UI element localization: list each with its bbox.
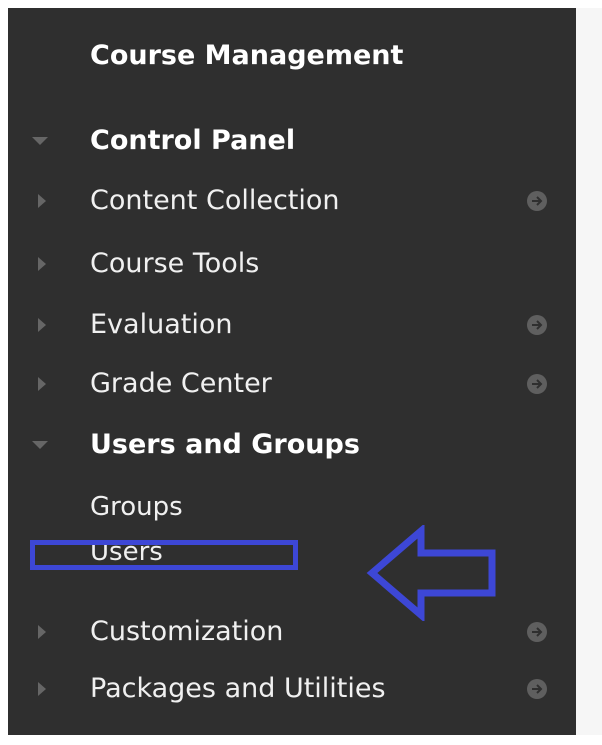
page-content-edge (576, 8, 602, 735)
triangle-down-icon[interactable] (32, 137, 48, 145)
triangle-right-icon[interactable] (38, 625, 46, 639)
menu-item-label: Content Collection (90, 185, 340, 216)
highlight-box-annotation (30, 540, 298, 570)
arrow-circle-right-icon[interactable] (527, 679, 547, 699)
arrow-circle-right-icon[interactable] (527, 374, 547, 394)
menu-item-label: Users and Groups (90, 429, 360, 460)
menu-item-label: Control Panel (90, 125, 296, 156)
arrow-circle-right-icon[interactable] (527, 315, 547, 335)
menu-item-course-tools[interactable]: Course Tools (8, 244, 576, 284)
triangle-right-icon[interactable] (38, 682, 46, 696)
arrow-circle-right-icon[interactable] (527, 191, 547, 211)
pointer-arrow-icon (366, 525, 496, 621)
menu-item-label: Grade Center (90, 368, 272, 399)
arrow-circle-right-icon[interactable] (527, 622, 547, 642)
course-management-panel: Course Management Control Panel Content … (8, 8, 576, 735)
triangle-right-icon[interactable] (38, 377, 46, 391)
menu-item-label: Packages and Utilities (90, 673, 386, 704)
menu-item-content-collection[interactable]: Content Collection (8, 181, 576, 221)
menu-item-grade-center[interactable]: Grade Center (8, 364, 576, 404)
triangle-down-icon[interactable] (32, 441, 48, 449)
menu-item-evaluation[interactable]: Evaluation (8, 305, 576, 345)
triangle-right-icon[interactable] (38, 257, 46, 271)
triangle-right-icon[interactable] (38, 194, 46, 208)
panel-title: Course Management (90, 40, 404, 71)
menu-item-label: Customization (90, 616, 284, 647)
submenu-item-groups[interactable]: Groups (90, 490, 183, 524)
triangle-right-icon[interactable] (38, 318, 46, 332)
menu-item-label: Evaluation (90, 309, 233, 340)
menu-item-users-and-groups[interactable]: Users and Groups (8, 425, 576, 465)
menu-item-control-panel[interactable]: Control Panel (8, 121, 576, 161)
menu-item-packages-and-utilities[interactable]: Packages and Utilities (8, 669, 576, 709)
menu-item-label: Course Tools (90, 248, 260, 279)
